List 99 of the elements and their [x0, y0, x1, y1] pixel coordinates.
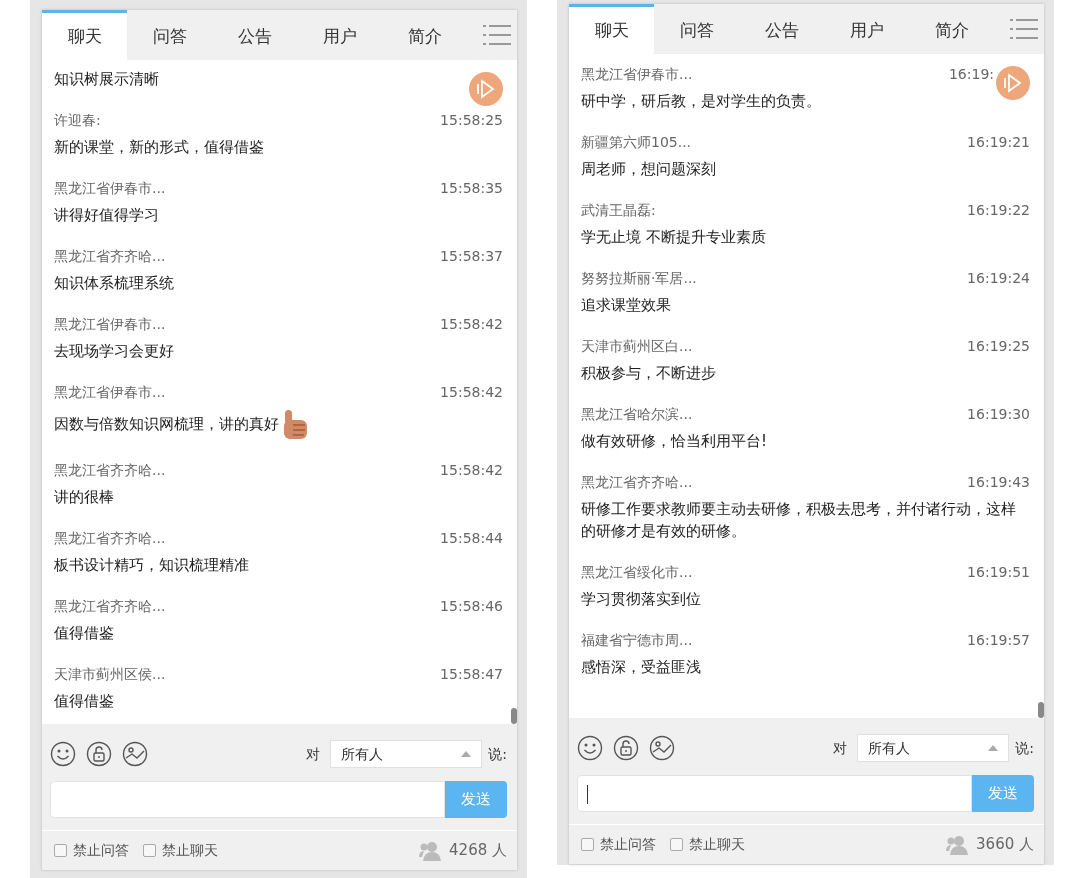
checkbox[interactable] [581, 838, 594, 851]
image-icon[interactable] [649, 735, 675, 761]
checkbox-label: 禁止问答 [73, 841, 129, 860]
message-time: 15:58:42 [440, 315, 503, 334]
sender-name: 许迎春: [54, 111, 101, 130]
checkbox-label: 禁止聊天 [689, 835, 745, 854]
tab[interactable]: 用户 [297, 10, 382, 60]
menu-icon[interactable] [1010, 17, 1038, 41]
to-label: 对 [833, 738, 848, 758]
message-text: 讲的很棒 [54, 488, 114, 506]
message-text: 因数与倍数知识网梳理，讲的真好 [54, 414, 279, 433]
online-count: 4268 人 [449, 840, 507, 862]
message-time: 16:19:24 [967, 269, 1030, 288]
users-icon [419, 840, 442, 861]
sender-name: 黑龙江省伊春市... [54, 179, 166, 198]
caret-icon [461, 750, 472, 758]
play-button-icon[interactable] [996, 66, 1030, 100]
message-input[interactable] [50, 781, 445, 818]
scrollbar-thumb[interactable] [511, 708, 517, 724]
tab[interactable]: 简介 [909, 4, 994, 54]
tab[interactable]: 问答 [654, 4, 739, 54]
checkbox-label: 禁止聊天 [162, 841, 218, 860]
message-text: 积极参与，不断进步 [581, 364, 716, 382]
message-time: 16:19:22 [967, 201, 1030, 220]
message-text: 讲得好值得学习 [54, 206, 159, 224]
message-time: 15:58:46 [440, 597, 503, 616]
smiley-icon[interactable] [577, 735, 603, 761]
smiley-icon[interactable] [50, 741, 76, 767]
checkbox[interactable] [54, 844, 67, 857]
message-input[interactable] [577, 775, 972, 812]
message-time: 16:19:51 [967, 563, 1030, 582]
sender-name: 黑龙江省齐齐哈... [54, 597, 166, 616]
sender-name: 黑龙江省齐齐哈... [581, 473, 693, 492]
message-time: 16:19:30 [967, 405, 1030, 424]
sender-name: 黑龙江省伊春市... [54, 383, 166, 402]
tab[interactable]: 聊天 [569, 4, 654, 54]
sender-name: 黑龙江省齐齐哈... [54, 529, 166, 548]
sender-name: 黑龙江省伊春市... [581, 65, 693, 84]
message-text: 值得借鉴 [54, 624, 114, 642]
sender-name: 黑龙江省绥化市... [581, 563, 693, 582]
tab[interactable]: 问答 [127, 10, 212, 60]
message-text: 做有效研修，恰当利用平台! [581, 432, 767, 450]
caret-icon [988, 744, 999, 752]
tab[interactable]: 公告 [739, 4, 824, 54]
message-text: 追求课堂效果 [581, 296, 671, 314]
message-text: 值得借鉴 [54, 692, 114, 710]
lock-icon[interactable] [86, 741, 112, 767]
tab[interactable]: 简介 [382, 10, 467, 60]
message-time: 15:58:42 [440, 383, 503, 402]
image-icon[interactable] [122, 741, 148, 767]
sender-name: 新疆第六师105... [581, 133, 692, 152]
message-text: 研中学，研后教，是对学生的负责。 [581, 92, 821, 110]
message-text: 周老师，想问题深刻 [581, 160, 716, 178]
message-time: 15:58:47 [440, 665, 503, 684]
tab[interactable]: 用户 [824, 4, 909, 54]
message-time: 15:58:25 [440, 111, 503, 130]
sender-name: 黑龙江省伊春市... [54, 315, 166, 334]
message-time: 15:58:37 [440, 247, 503, 266]
sender-name: 努努拉斯丽·军居... [581, 269, 697, 288]
users-icon [946, 834, 969, 855]
message-time: 16:19:57 [967, 631, 1030, 650]
sender-name: 黑龙江省齐齐哈... [54, 461, 166, 480]
message-text: 学无止境 不断提升专业素质 [581, 228, 766, 246]
message-time: 16:19:43 [967, 473, 1030, 492]
tab[interactable]: 公告 [212, 10, 297, 60]
message-time: 15:58:42 [440, 461, 503, 480]
say-label: 说: [1015, 738, 1034, 758]
checkbox-label: 禁止问答 [600, 835, 656, 854]
online-count: 3660 人 [976, 834, 1034, 856]
message-text: 学习贯彻落实到位 [581, 590, 701, 608]
sender-name: 黑龙江省齐齐哈... [54, 247, 166, 266]
recipient-select[interactable]: 所有人 [857, 734, 1010, 762]
message-time: 16:19:25 [967, 337, 1030, 356]
message-time: 16:19: [948, 65, 994, 84]
say-label: 说: [488, 744, 507, 764]
message-time: 15:58:44 [440, 529, 503, 548]
checkbox[interactable] [143, 844, 156, 857]
scrollbar-thumb[interactable] [1038, 702, 1044, 718]
checkbox[interactable] [670, 838, 683, 851]
message-text: 板书设计精巧，知识梳理精准 [54, 556, 249, 574]
lock-icon[interactable] [613, 735, 639, 761]
to-label: 对 [306, 744, 321, 764]
message-text: 知识树展示清晰 [54, 70, 159, 88]
message-time: 15:58:35 [440, 179, 503, 198]
message-text: 去现场学习会更好 [54, 342, 174, 360]
menu-icon[interactable] [483, 23, 511, 47]
sender-name: 天津市蓟州区侯... [54, 665, 166, 684]
message-text: 新的课堂，新的形式，值得借鉴 [54, 138, 264, 156]
sender-name: 黑龙江省哈尔滨... [581, 405, 693, 424]
sender-name: 武清王晶磊: [581, 201, 656, 220]
recipient-select[interactable]: 所有人 [330, 740, 483, 768]
sender-name: 福建省宁德市周... [581, 631, 693, 650]
message-time: 16:19:21 [967, 133, 1030, 152]
message-text: 感悟深，受益匪浅 [581, 658, 701, 676]
play-button-icon[interactable] [469, 72, 503, 106]
tab[interactable]: 聊天 [42, 10, 127, 60]
message-text: 研修工作要求教师要主动去研修，积极去思考，并付诸行动，这样的研修才是有效的研修。 [581, 500, 1016, 540]
sender-name: 天津市蓟州区白... [581, 337, 693, 356]
message-text: 知识体系梳理系统 [54, 274, 174, 292]
